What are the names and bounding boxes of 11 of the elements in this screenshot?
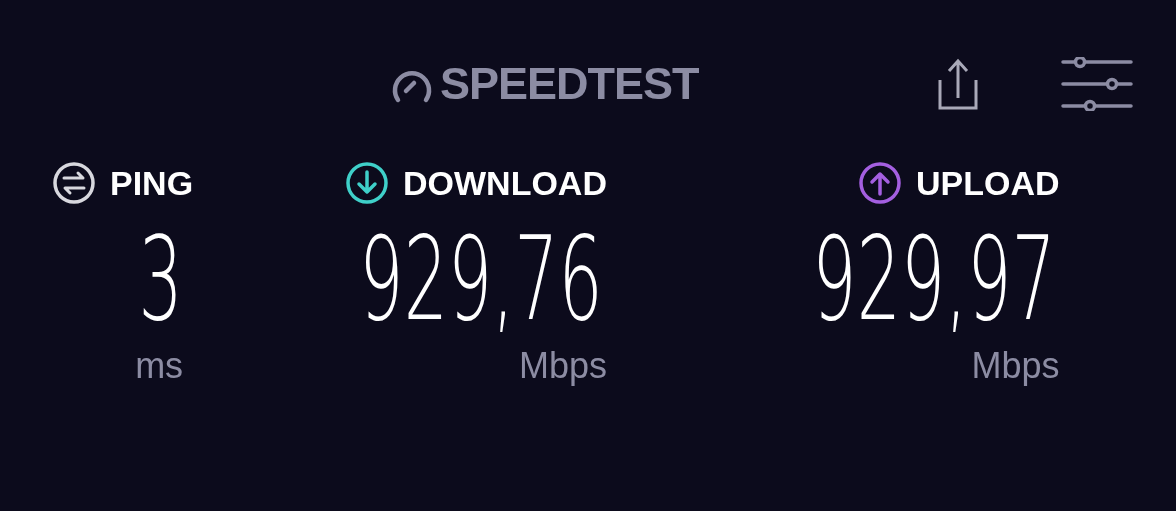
metric-label: DOWNLOAD xyxy=(403,163,607,203)
metric-unit: ms xyxy=(135,345,184,387)
metric-value: 929,76 xyxy=(359,217,603,341)
metric-unit: Mbps xyxy=(518,345,607,387)
metric-value: 929,97 xyxy=(812,217,1056,341)
metric-label: PING xyxy=(110,163,194,203)
metric-label: UPLOAD xyxy=(916,163,1060,203)
metric-unit: Mbps xyxy=(971,345,1060,387)
settings-icon[interactable] xyxy=(1060,57,1133,111)
logo-text: SPEEDTEST xyxy=(440,58,699,110)
metric-value: 3 xyxy=(138,217,184,341)
